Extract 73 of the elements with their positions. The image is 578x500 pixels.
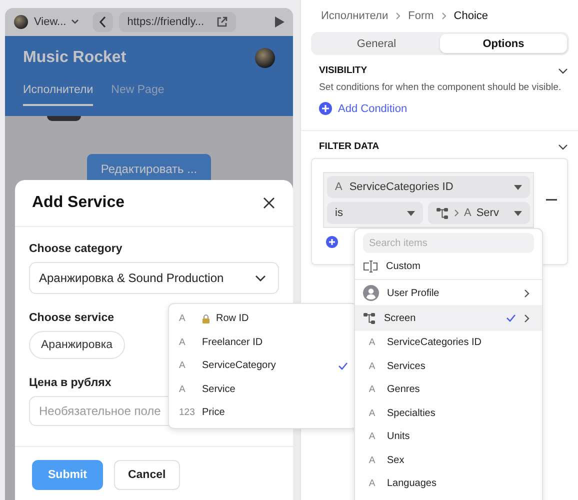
chevron-down-icon: [255, 274, 266, 282]
chevron-right-icon: [440, 12, 447, 20]
chevron-right-icon: [395, 12, 402, 20]
hierarchy-icon: [436, 206, 449, 220]
chevron-icon[interactable]: [558, 144, 568, 150]
source-item[interactable]: A Specialties: [355, 402, 542, 425]
source-item[interactable]: A ServiceCategories ID: [355, 331, 542, 354]
value-dropdown[interactable]: A Serv: [428, 202, 530, 224]
source-item[interactable]: Custom: [355, 255, 542, 280]
external-link-icon[interactable]: [216, 16, 228, 28]
source-item[interactable]: A Sex: [355, 448, 542, 472]
chevron-down-icon: [71, 19, 80, 25]
type-icon: A: [365, 337, 379, 348]
type-icon: A: [179, 313, 196, 324]
hierarchy-icon: [363, 312, 376, 324]
caret-icon: [514, 184, 522, 190]
section-title: VISIBILITY: [319, 65, 368, 76]
text-cursor-icon: [363, 260, 378, 274]
type-icon: A: [365, 454, 379, 466]
avatar-icon: [14, 15, 28, 29]
tab[interactable]: General: [313, 34, 440, 53]
back-button[interactable]: [93, 12, 114, 32]
play-icon[interactable]: [274, 16, 285, 28]
app-title: Music Rocket: [23, 49, 126, 67]
column-item[interactable]: A Freelancer ID: [169, 330, 357, 354]
profile-avatar: [47, 116, 81, 121]
add-icon[interactable]: [326, 236, 338, 248]
chevron-left-icon: [99, 16, 108, 28]
service-chip[interactable]: Аранжировка: [29, 331, 125, 359]
check-icon: [506, 314, 516, 322]
type-icon: A: [365, 431, 379, 442]
tab[interactable]: Options: [440, 34, 567, 53]
avatar-icon: [255, 48, 275, 68]
user-icon: [363, 285, 379, 302]
type-icon: A: [365, 408, 379, 419]
close-icon[interactable]: [263, 197, 275, 209]
operator-dropdown[interactable]: is: [327, 202, 423, 224]
section-title: FILTER DATA: [319, 141, 380, 152]
type-icon: A: [179, 360, 196, 372]
chevron-right-icon: [454, 209, 459, 217]
chevron-icon[interactable]: [558, 68, 568, 74]
source-item[interactable]: User Profile: [355, 282, 542, 305]
type-icon: A: [179, 336, 196, 348]
source-item[interactable]: A Services: [355, 354, 542, 378]
type-icon: 123: [179, 407, 196, 418]
source-item[interactable]: A Languages: [355, 472, 542, 496]
field-label: Цена в рублях: [29, 377, 112, 389]
section-description: Set conditions for when the component should be visible.: [319, 82, 562, 93]
type-icon: A: [365, 384, 379, 396]
breadcrumb-item[interactable]: Form: [408, 10, 434, 22]
field-label: Choose category: [29, 243, 122, 255]
search-field[interactable]: Search items: [363, 233, 534, 253]
type-icon: A: [179, 384, 196, 395]
cancel-button[interactable]: Cancel: [114, 460, 180, 490]
view-menu[interactable]: View...: [34, 16, 80, 28]
breadcrumb-item: Choice: [454, 10, 488, 22]
source-item[interactable]: Screen: [355, 305, 542, 331]
type-icon: A: [365, 478, 379, 490]
breadcrumb-item[interactable]: Исполнители: [321, 10, 388, 22]
caret-icon: [407, 210, 415, 216]
column-item[interactable]: A ServiceCategory: [169, 354, 357, 378]
column-item[interactable]: A Row ID: [169, 307, 357, 330]
modal-title: Add Service: [32, 194, 124, 212]
source-item[interactable]: A Units: [355, 425, 542, 448]
caret-icon: [514, 210, 522, 216]
plus-icon: [319, 102, 332, 115]
category-dropdown[interactable]: Аранжировка & Sound Production: [29, 262, 279, 294]
source-item[interactable]: A Genres: [355, 378, 542, 402]
url-field[interactable]: https://friendly...: [119, 12, 236, 32]
field-label: Choose service: [29, 312, 114, 324]
field-dropdown[interactable]: A ServiceCategories ID: [327, 176, 530, 198]
type-icon: A: [365, 360, 379, 372]
add-condition-button[interactable]: Add Condition: [319, 99, 408, 118]
